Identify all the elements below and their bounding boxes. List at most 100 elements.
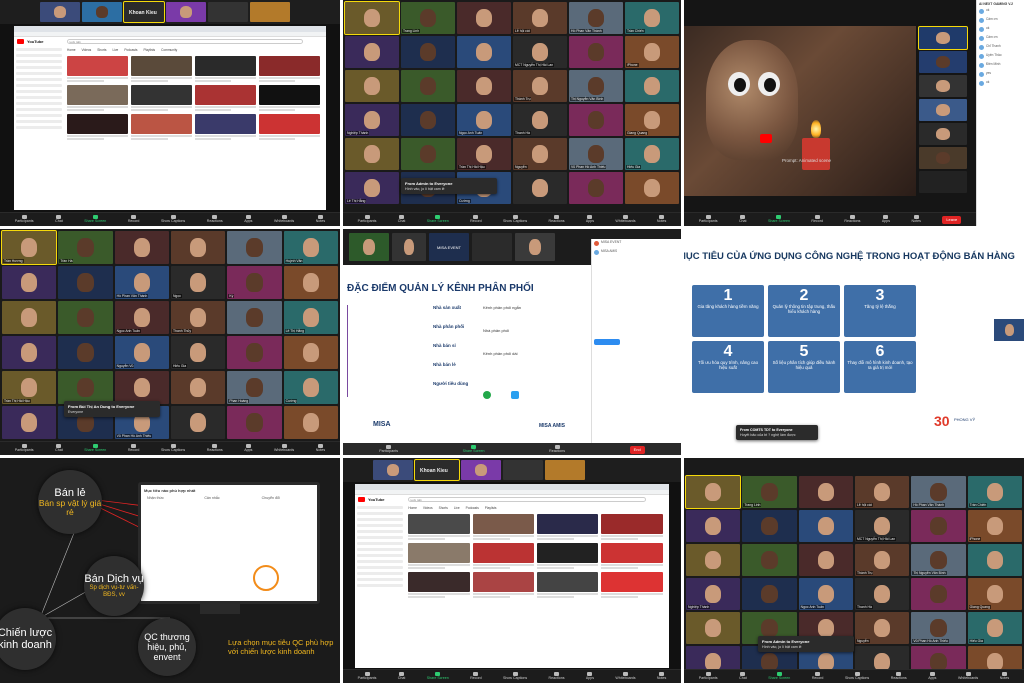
- video-tile[interactable]: Lê Thị Hằng: [345, 172, 399, 204]
- video-tile[interactable]: [170, 371, 226, 404]
- video-tile[interactable]: [798, 476, 853, 508]
- notes-button[interactable]: Notes: [1000, 672, 1009, 681]
- video-tile[interactable]: [742, 544, 797, 576]
- video-tile[interactable]: [545, 460, 585, 480]
- video-tile[interactable]: Thị Nguyễn Văn Bình: [569, 70, 623, 102]
- video-tile[interactable]: [919, 75, 967, 97]
- video-tile[interactable]: [227, 406, 282, 439]
- video-tile[interactable]: Trần Thị Hải Hậu: [2, 371, 57, 404]
- video-tile[interactable]: [82, 2, 122, 22]
- video-tile[interactable]: Giang Quang: [967, 578, 1022, 610]
- video-tile[interactable]: [919, 171, 967, 193]
- record-button[interactable]: Record: [470, 672, 482, 681]
- video-card[interactable]: [601, 514, 663, 540]
- video-card[interactable]: [130, 114, 192, 140]
- video-card[interactable]: [194, 85, 256, 111]
- share-screen-button[interactable]: Share Screen: [768, 215, 790, 224]
- participants-button[interactable]: Participants: [699, 672, 718, 681]
- video-tile[interactable]: [569, 172, 623, 204]
- record-button[interactable]: Record: [128, 215, 139, 224]
- video-tile[interactable]: Thanh Thủy: [170, 301, 226, 334]
- reactions-button[interactable]: Reactions: [207, 444, 223, 453]
- video-tile[interactable]: Lê Thị Hằng: [283, 301, 338, 334]
- reactions-button[interactable]: Reactions: [891, 672, 907, 681]
- notes-button[interactable]: Notes: [657, 672, 666, 681]
- video-tile[interactable]: [401, 36, 455, 68]
- chat-button[interactable]: Chat: [398, 215, 405, 224]
- video-tile[interactable]: Hiếu Gia: [170, 336, 226, 369]
- tab-videos[interactable]: Videos: [82, 48, 92, 53]
- video-card[interactable]: [601, 572, 663, 598]
- participants-button[interactable]: Participants: [699, 215, 718, 224]
- chat-button[interactable]: Chat: [55, 444, 63, 453]
- apps-button[interactable]: Apps: [586, 672, 594, 681]
- video-tile[interactable]: Kỳ: [227, 266, 282, 299]
- video-tile[interactable]: [373, 460, 413, 480]
- video-tile[interactable]: [345, 36, 399, 68]
- participants-button[interactable]: Participants: [15, 215, 34, 224]
- tab-shorts[interactable]: Shorts: [439, 506, 448, 511]
- youtube-logo-icon[interactable]: [17, 39, 24, 44]
- video-card[interactable]: [67, 114, 128, 140]
- tab-playlists[interactable]: Playlists: [143, 48, 155, 53]
- video-tile[interactable]: [503, 460, 543, 480]
- record-button[interactable]: Record: [128, 444, 139, 453]
- video-tile[interactable]: [911, 510, 966, 542]
- captions-button[interactable]: Show Captions: [845, 672, 869, 681]
- notes-button[interactable]: Notes: [657, 215, 666, 224]
- tab-podcasts[interactable]: Podcasts: [466, 506, 479, 511]
- video-tile[interactable]: [798, 510, 853, 542]
- video-card[interactable]: [472, 543, 535, 569]
- video-tile[interactable]: [58, 336, 113, 369]
- video-tile[interactable]: [742, 510, 797, 542]
- video-tile[interactable]: Cường: [283, 371, 338, 404]
- video-tile[interactable]: [569, 36, 623, 68]
- reactions-button[interactable]: Reactions: [844, 215, 860, 224]
- video-tile[interactable]: Trần Thị Hải Hậu: [457, 138, 511, 170]
- captions-button[interactable]: Show Captions: [503, 215, 527, 224]
- video-tile[interactable]: Thành Trụ: [854, 544, 910, 576]
- video-tile[interactable]: [58, 301, 113, 334]
- video-tile[interactable]: [919, 147, 967, 169]
- search-input[interactable]: tedx talk: [66, 39, 303, 44]
- participants-button[interactable]: Participants: [15, 444, 34, 453]
- video-tile[interactable]: Trần Chiến: [967, 476, 1022, 508]
- video-tile[interactable]: [919, 123, 967, 145]
- video-tile[interactable]: [798, 544, 853, 576]
- video-tile[interactable]: [283, 336, 338, 369]
- end-button[interactable]: End: [629, 445, 645, 454]
- video-tile[interactable]: [686, 544, 741, 576]
- video-tile[interactable]: [114, 371, 169, 404]
- video-tile-host[interactable]: Khoan Kieu: [123, 1, 165, 23]
- share-screen-button[interactable]: Share Screen: [84, 215, 106, 224]
- video-tile[interactable]: [513, 172, 567, 204]
- video-tile[interactable]: [401, 70, 455, 102]
- chat-button[interactable]: Chat: [739, 215, 747, 224]
- video-tile[interactable]: [686, 510, 741, 542]
- video-card[interactable]: [537, 572, 599, 598]
- video-tile[interactable]: Ngọc: [170, 266, 226, 299]
- chat-send-button[interactable]: [594, 339, 620, 345]
- video-tile[interactable]: Lễ hội cát: [854, 476, 910, 508]
- video-card[interactable]: [601, 543, 663, 569]
- video-tile[interactable]: Hồ Phan Văn Thành: [114, 266, 169, 299]
- video-tile[interactable]: [919, 51, 967, 73]
- whiteboards-button[interactable]: Whiteboards: [958, 672, 978, 681]
- video-tile[interactable]: Hiếu Gia: [625, 138, 679, 170]
- captions-button[interactable]: Show Captions: [503, 672, 527, 681]
- video-card[interactable]: [408, 514, 470, 540]
- video-tile[interactable]: [742, 578, 797, 610]
- apps-button[interactable]: Apps: [882, 215, 890, 224]
- video-tile[interactable]: [170, 406, 226, 439]
- video-tile[interactable]: [40, 2, 80, 22]
- video-tile[interactable]: [911, 578, 966, 610]
- video-card[interactable]: [67, 85, 128, 111]
- share-screen-button[interactable]: Share Screen: [84, 444, 106, 453]
- chat-button[interactable]: Chat: [739, 672, 747, 681]
- video-tile[interactable]: [2, 266, 57, 299]
- video-tile[interactable]: [918, 26, 968, 50]
- video-tile[interactable]: [392, 233, 426, 261]
- video-tile[interactable]: [401, 104, 455, 136]
- tab-videos[interactable]: Videos: [423, 506, 433, 511]
- video-tile[interactable]: [401, 138, 455, 170]
